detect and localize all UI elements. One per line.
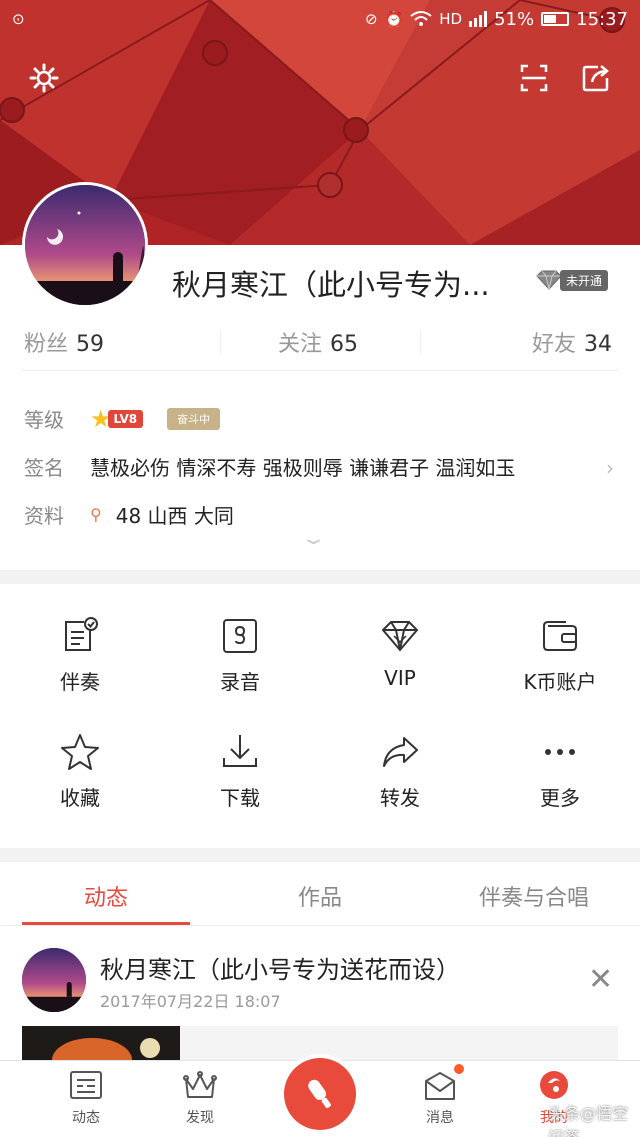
download-icon: [223, 735, 257, 767]
envelope-icon: [425, 1072, 455, 1100]
close-icon[interactable]: ✕: [588, 962, 613, 997]
action-label: K币账户: [523, 670, 597, 694]
profile-icon: [540, 1071, 568, 1099]
nav-label: 动态: [72, 1110, 100, 1126]
info-label: 资料: [24, 504, 64, 528]
notification-dot: [454, 1064, 464, 1074]
nav-label: 发现: [186, 1110, 214, 1126]
tab-accompaniment-duet[interactable]: 伴奏与合唱: [450, 880, 618, 912]
follow-stat[interactable]: 关注 65: [278, 326, 358, 358]
level-label: 等级: [24, 408, 64, 432]
signal-icon: [469, 11, 488, 27]
share-icon: [383, 737, 418, 767]
divider: [420, 330, 421, 354]
feed-media-thumbnail[interactable]: [22, 1026, 180, 1060]
crown-icon: [183, 1071, 217, 1098]
accompaniment-icon: [65, 617, 98, 651]
level-badge: ★ LV8: [90, 405, 144, 433]
fans-stat[interactable]: 粉丝 59: [24, 326, 104, 358]
content-tabs: 动态 作品 伴奏与合唱: [0, 862, 640, 926]
microphone-icon: [308, 1079, 331, 1109]
action-label: 更多: [540, 786, 580, 810]
avatar-image: [22, 948, 86, 1012]
vip-status-badge[interactable]: 未开通: [534, 268, 609, 292]
action-label: VIP: [384, 666, 416, 690]
settings-gear-icon[interactable]: [28, 62, 60, 94]
info-row: 资料 ⚲ 48 山西 大同: [24, 500, 234, 529]
follow-count: 65: [330, 332, 359, 357]
level-status-badge: 奋斗中: [167, 407, 221, 430]
status-bar: ⊙ ⊘ ⏰ HD 51% 15:37: [0, 0, 640, 38]
signature-text: 慧极必伤 情深不寿 强极则辱 谦谦君子 温润如玉: [90, 456, 516, 480]
action-vip[interactable]: VIP: [320, 616, 480, 690]
fans-label: 粉丝: [24, 332, 69, 357]
more-dots-icon: ⊙: [12, 10, 25, 28]
nav-discover[interactable]: 发现: [160, 1069, 240, 1127]
friends-label: 好友: [532, 332, 577, 357]
chevron-down-icon[interactable]: ⌄: [300, 528, 327, 549]
wallet-icon: [543, 621, 577, 651]
action-more[interactable]: 更多: [480, 732, 640, 811]
mute-icon: ⊘: [365, 10, 378, 28]
wifi-icon: [410, 11, 432, 26]
recording-icon: [223, 619, 257, 653]
stats-row: 粉丝 59 关注 65 好友 34: [0, 322, 640, 362]
profile-name: 秋月寒江（此小号专为...: [172, 268, 490, 302]
divider: [22, 370, 618, 371]
fans-count: 59: [76, 332, 105, 357]
follow-label: 关注: [278, 332, 323, 357]
friends-count: 34: [584, 332, 613, 357]
diamond-icon: [381, 621, 419, 652]
feed-media-placeholder: [180, 1026, 618, 1060]
action-grid: 伴奏 录音 VIP K币账户 收藏 下载 转发 更多: [0, 584, 640, 848]
action-label: 录音: [220, 670, 260, 694]
feed-avatar[interactable]: [22, 948, 86, 1012]
gender-icon: ⚲: [90, 505, 102, 524]
battery-percent: 51%: [494, 8, 535, 30]
action-label: 伴奏: [60, 670, 100, 694]
feed-item[interactable]: 秋月寒江（此小号专为送花而设） 2017年07月22日 18:07 ✕: [0, 926, 640, 1060]
action-label: 下载: [220, 786, 260, 810]
action-download[interactable]: 下载: [160, 732, 320, 811]
vip-tag: 未开通: [560, 269, 609, 291]
tab-activity[interactable]: 动态: [22, 880, 190, 912]
signature-row[interactable]: 签名 慧极必伤 情深不寿 强极则辱 谦谦君子 温润如玉: [24, 452, 515, 481]
feed-author-name: 秋月寒江（此小号专为送花而设）: [100, 956, 460, 984]
action-favorites[interactable]: 收藏: [0, 732, 160, 811]
friends-stat[interactable]: 好友 34: [532, 326, 612, 358]
feed-timestamp: 2017年07月22日 18:07: [100, 992, 281, 1011]
info-text: 48 山西 大同: [115, 504, 234, 528]
nav-label: 消息: [426, 1110, 454, 1126]
media-image: [22, 1026, 180, 1060]
level-value: LV8: [107, 409, 144, 428]
avatar[interactable]: [22, 182, 148, 308]
share-out-icon[interactable]: [580, 62, 612, 94]
action-wallet[interactable]: K币账户: [480, 616, 640, 695]
hd-indicator: HD: [439, 10, 463, 28]
nav-activity[interactable]: 动态: [46, 1069, 126, 1127]
level-row[interactable]: 等级 ★ LV8 奋斗中: [24, 404, 221, 433]
nav-messages[interactable]: 消息: [400, 1069, 480, 1127]
feed-icon: [70, 1071, 102, 1099]
alarm-icon: ⏰: [384, 10, 404, 28]
star-icon: [61, 734, 99, 770]
signature-label: 签名: [24, 456, 64, 480]
action-forward[interactable]: 转发: [320, 732, 480, 811]
action-accompaniment[interactable]: 伴奏: [0, 616, 160, 695]
tab-works[interactable]: 作品: [236, 880, 404, 912]
watermark: 头条@悟空问答: [548, 1104, 629, 1137]
scan-icon[interactable]: [518, 62, 550, 94]
clock: 15:37: [576, 8, 628, 30]
record-mic-button[interactable]: [284, 1058, 356, 1130]
active-tab-indicator: [22, 922, 190, 925]
chevron-right-icon: ›: [606, 456, 614, 480]
more-icon: [545, 749, 575, 755]
action-label: 收藏: [60, 786, 100, 810]
battery-icon: [541, 12, 570, 26]
action-recording[interactable]: 录音: [160, 616, 320, 695]
action-label: 转发: [380, 786, 420, 810]
divider: [220, 330, 221, 354]
avatar-image: [25, 185, 145, 305]
